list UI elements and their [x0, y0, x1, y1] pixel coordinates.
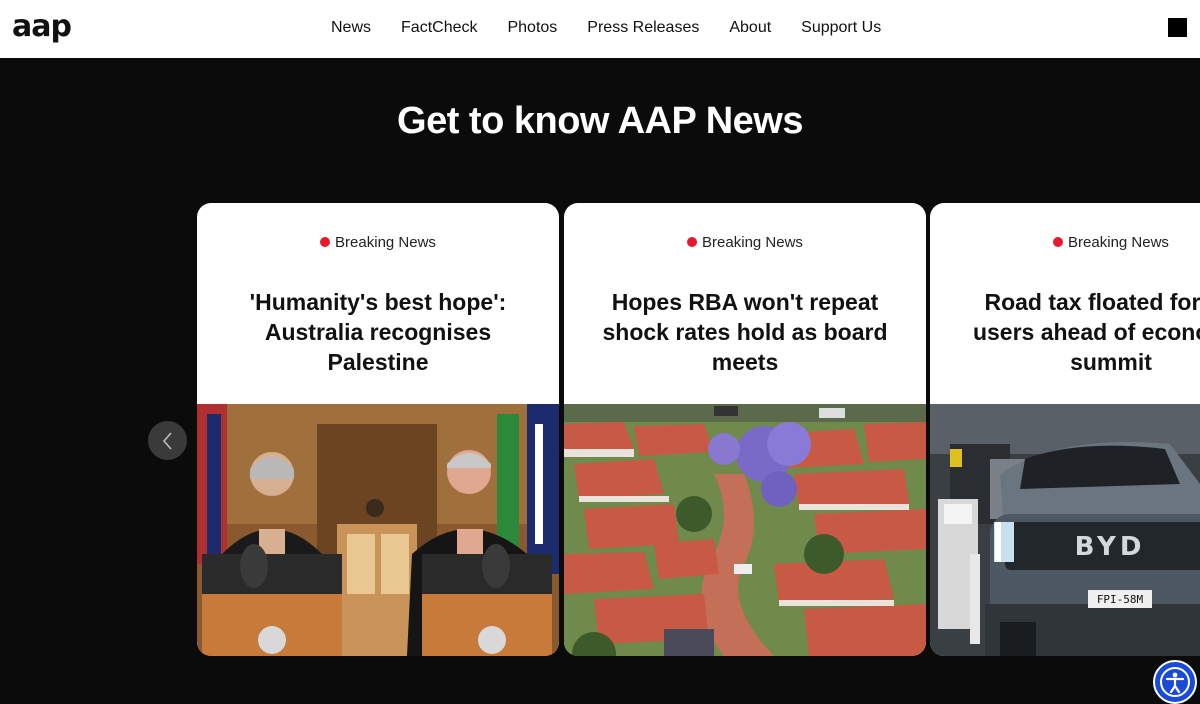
red-dot-icon [1053, 237, 1064, 247]
card-image[interactable]: BYD FPI-58M [930, 404, 1200, 656]
site-header: aap News FactCheck Photos Press Releases… [0, 0, 1200, 58]
accessibility-button[interactable] [1153, 660, 1197, 704]
nav-support-us[interactable]: Support Us [801, 19, 881, 37]
news-card[interactable]: Breaking News 'Humanity's best hope': Au… [197, 203, 559, 656]
card-headline[interactable]: 'Humanity's best hope': Australia recogn… [197, 287, 559, 377]
nav-factcheck[interactable]: FactCheck [401, 19, 477, 37]
card-image[interactable] [564, 404, 926, 656]
card-headline[interactable]: Hopes RBA won't repeat shock rates hold … [564, 287, 926, 377]
svg-text:FPI-58M: FPI-58M [1097, 593, 1144, 606]
card-image[interactable] [197, 404, 559, 656]
chevron-left-icon [162, 431, 172, 450]
news-card[interactable]: Breaking News Hopes RBA won't repeat sho… [564, 203, 926, 656]
breaking-news-badge: Breaking News [930, 234, 1200, 251]
accessibility-icon [1160, 667, 1190, 697]
nav-press-releases[interactable]: Press Releases [587, 19, 699, 37]
nav-photos[interactable]: Photos [507, 19, 557, 37]
red-dot-icon [687, 237, 698, 247]
news-card[interactable]: Breaking News Road tax floated for EV us… [930, 203, 1200, 656]
carousel-prev-button[interactable] [148, 421, 187, 460]
red-dot-icon [320, 237, 331, 247]
card-headline[interactable]: Road tax floated for EV users ahead of e… [930, 287, 1200, 377]
breaking-news-badge: Breaking News [564, 234, 926, 251]
breaking-news-badge: Breaking News [197, 234, 559, 251]
menu-icon[interactable] [1168, 18, 1187, 37]
page-title: Get to know AAP News [397, 100, 803, 142]
press-conference-photo [197, 404, 559, 656]
nav-about[interactable]: About [729, 19, 771, 37]
news-carousel: Breaking News 'Humanity's best hope': Au… [197, 203, 1200, 657]
aap-logo[interactable]: aap [12, 9, 72, 44]
nav-news[interactable]: News [331, 19, 371, 37]
byd-vehicle-photo: BYD FPI-58M [930, 404, 1200, 656]
svg-text:BYD: BYD [1075, 532, 1146, 562]
suburb-rooftops-photo [564, 404, 926, 656]
main-nav: News FactCheck Photos Press Releases Abo… [331, 19, 911, 37]
